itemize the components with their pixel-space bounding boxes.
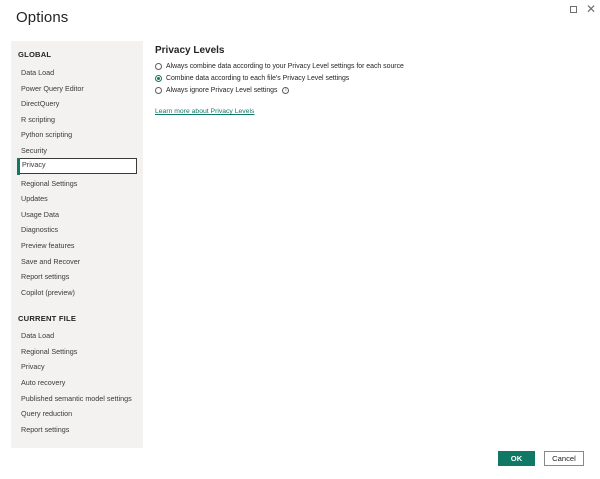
sidebar-item-global-regional-settings[interactable]: Regional Settings: [17, 176, 137, 191]
sidebar-item-file-published-semantic-model-settings[interactable]: Published semantic model settings: [17, 391, 137, 406]
privacy-panel: Privacy Levels Always combine data accor…: [155, 41, 585, 118]
global-section-header: GLOBAL: [18, 50, 52, 59]
sidebar-item-global-data-load[interactable]: Data Load: [17, 65, 137, 80]
sidebar-item-file-privacy[interactable]: Privacy: [17, 359, 137, 374]
info-icon[interactable]: i: [282, 86, 290, 94]
sidebar-item-global-r-scripting[interactable]: R scripting: [17, 112, 137, 127]
sidebar-item-global-diagnostics[interactable]: Diagnostics: [17, 222, 137, 237]
cancel-button[interactable]: Cancel: [544, 451, 584, 466]
sidebar-item-global-preview-features[interactable]: Preview features: [17, 238, 137, 253]
sidebar-item-global-directquery[interactable]: DirectQuery: [17, 96, 137, 111]
maximize-icon: [569, 5, 577, 13]
radio-button[interactable]: [155, 86, 162, 94]
radio-option-always-combine[interactable]: Always combine data according to your Pr…: [155, 60, 585, 72]
close-button[interactable]: ✕: [584, 2, 598, 16]
radio-button-selected[interactable]: [155, 74, 162, 82]
close-icon: ✕: [585, 2, 597, 16]
radio-option-combine-per-file[interactable]: Combine data according to each file's Pr…: [155, 72, 585, 84]
options-sidebar: GLOBAL Data Load Power Query Editor Dire…: [11, 41, 143, 448]
current-file-section-header: CURRENT FILE: [18, 314, 77, 323]
sidebar-item-global-save-and-recover[interactable]: Save and Recover: [17, 254, 137, 269]
sidebar-item-global-privacy[interactable]: Privacy: [16, 157, 137, 175]
sidebar-item-global-python-scripting[interactable]: Python scripting: [17, 127, 137, 142]
radio-label: Always ignore Privacy Level settings: [166, 86, 278, 94]
radio-option-always-ignore[interactable]: Always ignore Privacy Level settings i: [155, 84, 585, 96]
sidebar-item-global-usage-data[interactable]: Usage Data: [17, 207, 137, 222]
radio-button[interactable]: [155, 62, 162, 70]
radio-label: Always combine data according to your Pr…: [166, 62, 404, 70]
radio-label: Combine data according to each file's Pr…: [166, 74, 350, 82]
sidebar-item-global-updates[interactable]: Updates: [17, 191, 137, 206]
sidebar-item-file-query-reduction[interactable]: Query reduction: [17, 406, 137, 421]
sidebar-item-global-power-query-editor[interactable]: Power Query Editor: [17, 81, 137, 96]
sidebar-item-file-regional-settings[interactable]: Regional Settings: [17, 344, 137, 359]
page-title: Privacy Levels: [155, 45, 225, 56]
sidebar-item-global-security[interactable]: Security: [17, 143, 137, 158]
maximize-button[interactable]: [566, 2, 580, 16]
ok-button[interactable]: OK: [498, 451, 535, 466]
sidebar-item-global-report-settings[interactable]: Report settings: [17, 269, 137, 284]
sidebar-item-global-copilot[interactable]: Copilot (preview): [17, 285, 137, 300]
sidebar-item-file-data-load[interactable]: Data Load: [17, 328, 137, 343]
sidebar-item-file-report-settings[interactable]: Report settings: [17, 422, 137, 437]
dialog-title: Options: [16, 9, 69, 26]
learn-more-link[interactable]: Learn more about Privacy Levels: [155, 108, 254, 115]
sidebar-item-file-auto-recovery[interactable]: Auto recovery: [17, 375, 137, 390]
